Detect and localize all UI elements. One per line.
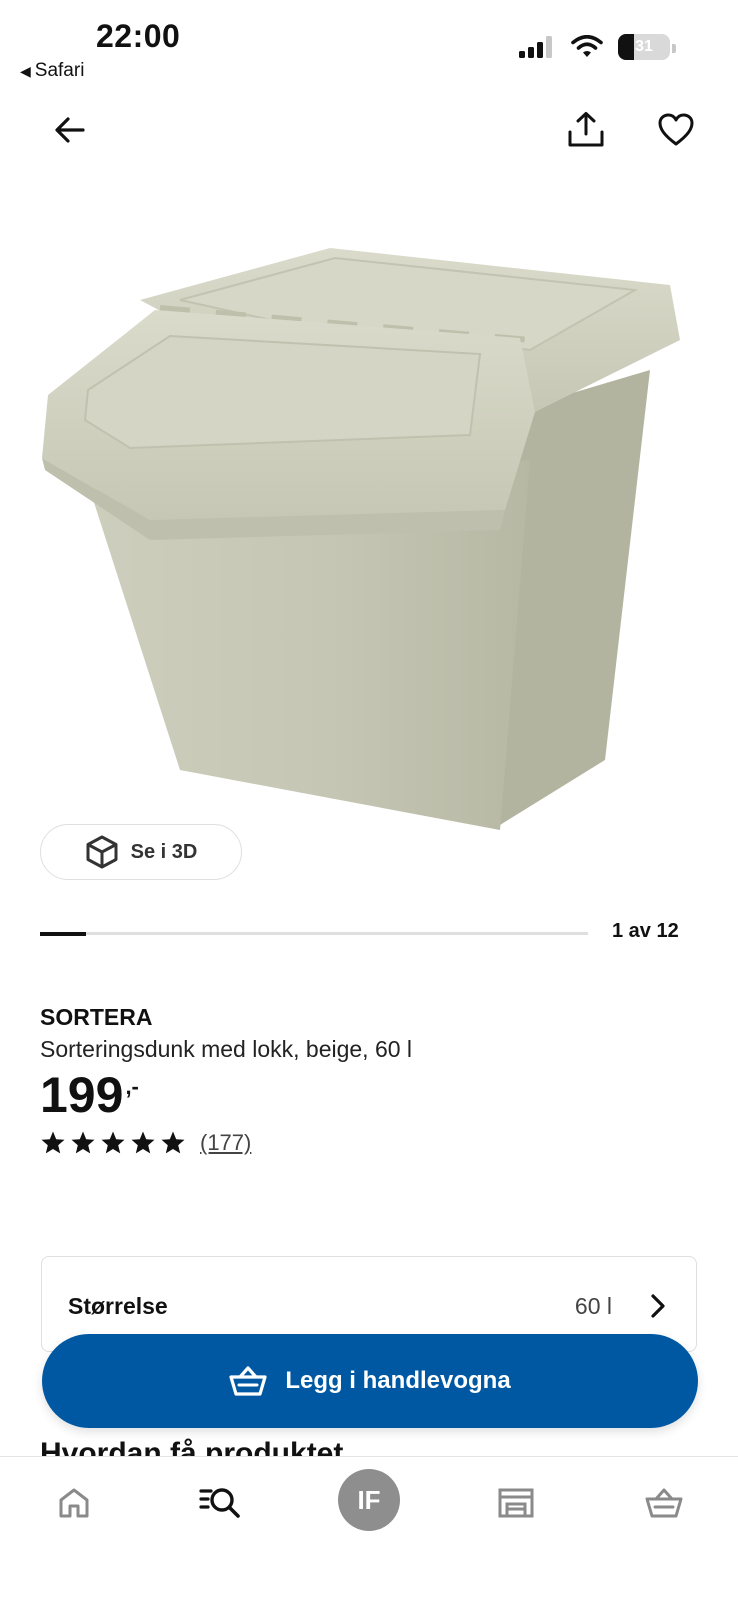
share-button[interactable] [562,106,610,154]
rating-stars [40,1130,186,1156]
review-count-link[interactable]: (177) [200,1130,251,1156]
favorite-button[interactable] [652,106,700,154]
view-in-3d-label: Se i 3D [130,840,198,863]
size-label: Størrelse [68,1293,168,1319]
product-price: 199 ,- [40,1066,139,1124]
wifi-icon [571,35,603,57]
tab-home[interactable] [44,1473,104,1533]
product-description: Sorteringsdunk med lokk, beige, 60 l [40,1036,413,1062]
product-name: SORTERA [40,1004,153,1030]
bottom-navigation: IF [0,1456,738,1600]
status-icons: 31 [518,34,670,60]
heart-icon [658,113,694,146]
gallery-progress-track [40,931,588,936]
sorting-bin-illustration [42,248,680,830]
delivery-heading: Hvordan få produktet [40,1437,344,1456]
store-icon [498,1488,534,1518]
battery-indicator: 31 [618,34,670,60]
star-icon [41,1131,65,1154]
battery-cap [672,44,676,53]
gallery-counter: 1 av 12 [612,920,679,942]
basket-icon [229,1366,267,1396]
cube-icon [86,835,118,869]
gallery-progress-fill [40,931,86,936]
product-image[interactable] [30,230,710,850]
arrow-left-icon [55,117,85,143]
profile-initials: IF [357,1484,381,1515]
back-app-label: Safari [34,60,85,81]
basket-icon [645,1488,683,1518]
star-icon [71,1131,95,1154]
price-amount: 199 [40,1067,124,1123]
back-triangle-icon: ◀ [20,62,31,79]
tab-search[interactable] [190,1473,250,1533]
star-icon [161,1131,185,1154]
share-icon [568,112,604,147]
tab-cart[interactable] [634,1473,694,1533]
star-icon [101,1131,125,1154]
size-value: 60 l [574,1293,612,1319]
add-to-cart-label: Legg i handlevogna [285,1367,511,1394]
home-icon [59,1488,89,1518]
status-time: 22:00 [96,18,181,54]
tab-profile[interactable]: IF [338,1469,400,1531]
star-icon [131,1131,155,1154]
add-to-cart-button[interactable]: Legg i handlevogna [42,1334,698,1428]
price-suffix: ,- [125,1074,139,1099]
back-to-app-link[interactable]: ◀ Safari [20,60,84,82]
battery-percent: 31 [635,38,653,55]
view-in-3d-button[interactable]: Se i 3D [40,824,242,880]
signal-icon [519,36,552,58]
chevron-right-icon [651,1294,665,1318]
tab-store[interactable] [486,1473,546,1533]
product-rating[interactable]: (177) [40,1130,251,1156]
search-icon [199,1488,240,1518]
back-button[interactable] [46,106,94,154]
